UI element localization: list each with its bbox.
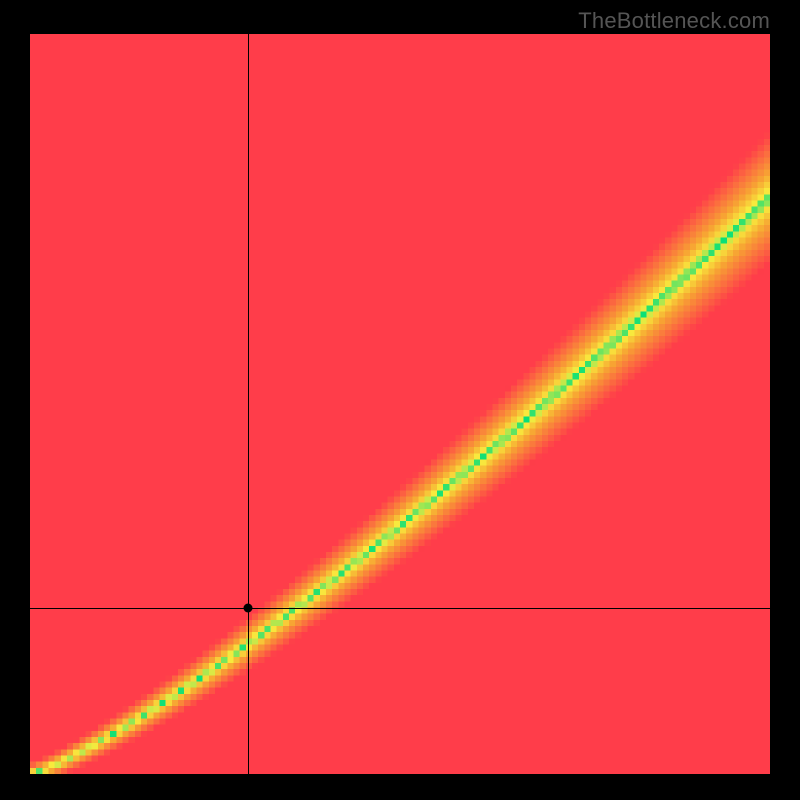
chart-container: TheBottleneck.com <box>0 0 800 800</box>
crosshair-horizontal <box>30 608 770 609</box>
plot-area <box>30 34 770 774</box>
heatmap-canvas <box>30 34 770 774</box>
watermark-text: TheBottleneck.com <box>578 8 770 34</box>
marker-dot <box>244 603 253 612</box>
crosshair-vertical <box>248 34 249 774</box>
